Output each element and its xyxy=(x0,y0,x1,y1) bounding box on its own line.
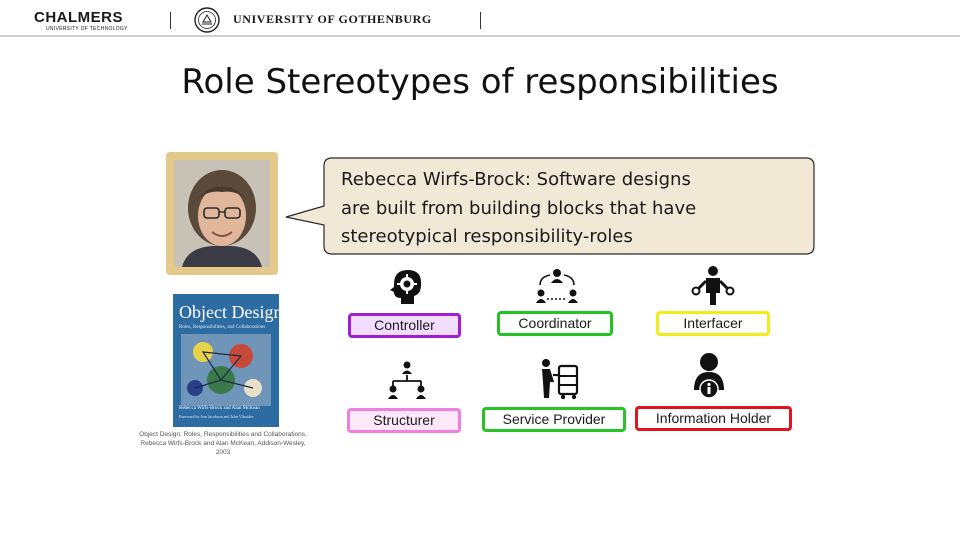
caption-line: 2003 xyxy=(215,449,231,456)
brain-gear-icon xyxy=(390,270,422,304)
chalmers-wordmark: CHALMERS xyxy=(34,9,123,26)
role-interfacer-box: Interfacer xyxy=(656,311,770,336)
chalmers-subtitle: UNIVERSITY OF TECHNOLOGY xyxy=(46,26,128,32)
role-controller-box: Controller xyxy=(348,313,461,338)
header-divider xyxy=(0,35,960,37)
quote-line: stereotypical responsibility-roles xyxy=(341,226,633,247)
header-bar: CHALMERS UNIVERSITY OF TECHNOLOGY UNIVER… xyxy=(0,0,960,38)
role-service-provider-box: Service Provider xyxy=(482,407,626,432)
trolley-worker-icon xyxy=(542,359,579,400)
book-series: Foreword by Ivar Jacobson and John Vliss… xyxy=(179,414,254,419)
network-people-icon xyxy=(536,269,578,303)
role-structurer-box: Structurer xyxy=(347,408,461,433)
quote-line: are built from building blocks that have xyxy=(341,197,697,219)
book-cover: Object Design Roles, Responsibilities, a… xyxy=(173,294,279,427)
book-subtitle: Roles, Responsibilities, and Collaborati… xyxy=(179,325,266,330)
slide-title: Role Stereotypes of responsibilities xyxy=(181,62,779,102)
person-connectors-icon xyxy=(691,266,735,305)
portrait-photo xyxy=(166,152,278,275)
quote-line: Rebecca Wirfs-Brock: Software designs xyxy=(341,169,691,190)
gu-wordmark: UNIVERSITY OF GOTHENBURG xyxy=(233,12,432,26)
caption-line: Object Design: Roles, Responsibilities a… xyxy=(139,431,307,438)
header-separator xyxy=(480,12,481,29)
quote-text: Rebecca Wirfs-Brock: Software designs ar… xyxy=(341,166,801,252)
portrait-figure xyxy=(174,160,270,267)
person-info-icon xyxy=(694,353,724,399)
hierarchy-people-icon xyxy=(388,361,426,399)
book-artwork-image xyxy=(181,334,271,406)
caption-line: Rebecca Wirfs-Brock and Alan McKean, Add… xyxy=(140,440,306,447)
book-title: Object Design xyxy=(179,302,279,322)
role-information-holder-box: Information Holder xyxy=(635,406,792,431)
header-separator xyxy=(170,12,171,29)
chalmers-logo: CHALMERS UNIVERSITY OF TECHNOLOGY xyxy=(34,9,154,35)
book-caption: Object Design: Roles, Responsibilities a… xyxy=(120,430,326,457)
gu-seal-icon xyxy=(194,7,220,33)
role-coordinator-box: Coordinator xyxy=(497,311,613,336)
book-authors: Rebecca Wirfs-Brock and Alan McKean xyxy=(179,406,260,411)
